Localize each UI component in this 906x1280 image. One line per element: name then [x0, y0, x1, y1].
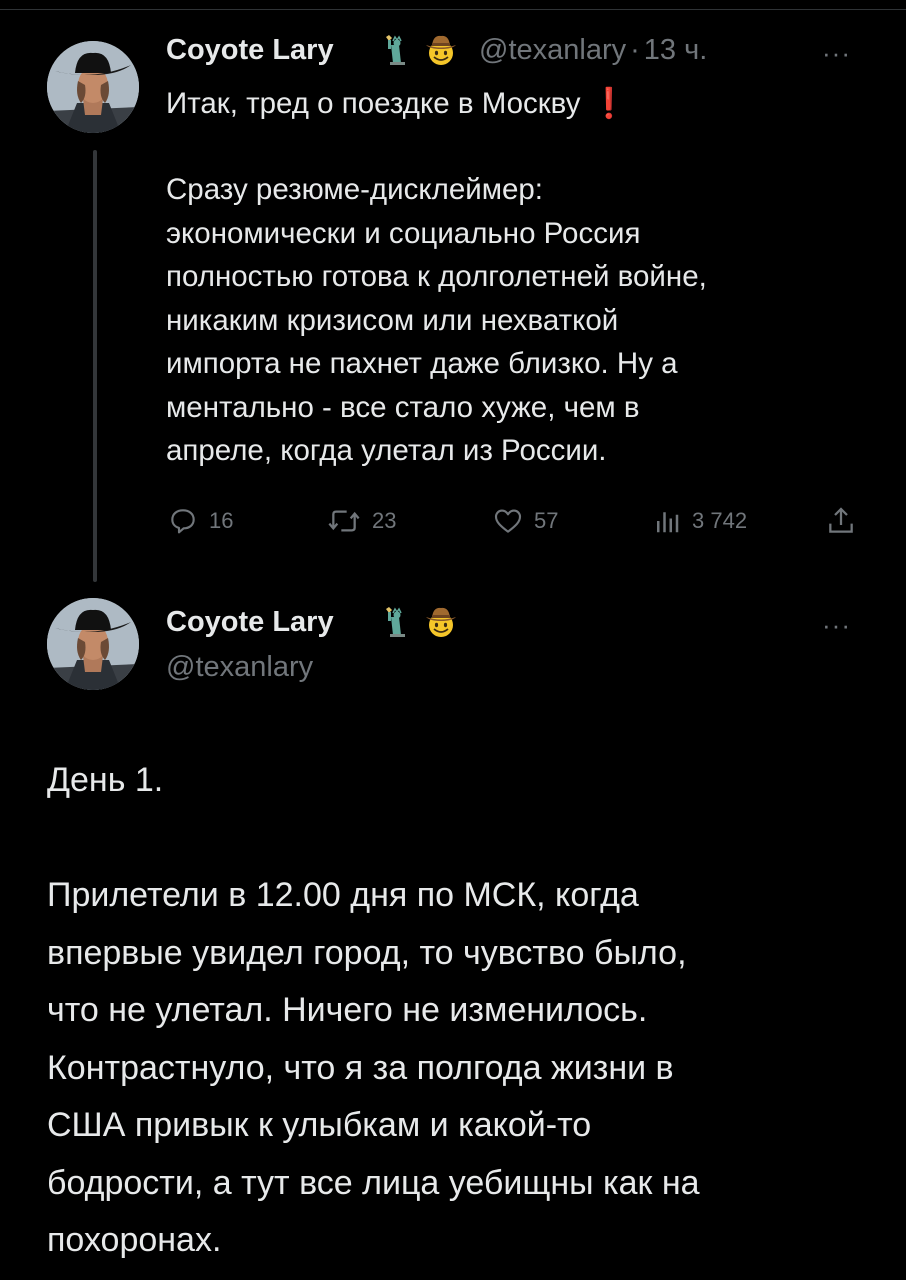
avatar[interactable]: [47, 598, 139, 690]
reply-icon: [171, 509, 195, 534]
exclamation-emoji: ❗: [590, 87, 628, 120]
reply-button[interactable]: 16: [167, 503, 233, 539]
display-name[interactable]: Coyote Lary: [166, 34, 334, 67]
retweet-count: 23: [372, 508, 397, 533]
heart-icon: [494, 509, 522, 533]
retweet-icon: [328, 510, 360, 532]
cowboy-emoji-icon: [426, 35, 456, 65]
avatar[interactable]: [47, 41, 139, 133]
like-count: 57: [534, 508, 559, 533]
more-options-button[interactable]: ···: [822, 40, 851, 66]
top-divider: [0, 0, 906, 10]
views-count: 3 742: [692, 508, 748, 533]
reply-count: 16: [209, 508, 234, 533]
tweet-body: Сразу резюме-дисклеймер: экономически и …: [166, 173, 707, 467]
cowboy-emoji-icon: [426, 607, 456, 637]
handle[interactable]: @texanlary: [479, 34, 626, 66]
avatar-image: [47, 41, 139, 133]
more-options-button[interactable]: ···: [822, 612, 851, 638]
separator-dot: ·: [630, 34, 640, 66]
thread-title: Итак, тред о поездке в Москву: [166, 87, 581, 120]
thread-title-line: Итак, тред о поездке в Москву ❗: [166, 82, 627, 126]
share-button[interactable]: [825, 503, 857, 539]
retweet-button[interactable]: 23: [326, 503, 396, 539]
thread-connector-line: [93, 150, 97, 582]
timestamp[interactable]: 13 ч.: [644, 34, 707, 66]
handle-and-time: @texanlary · 13 ч.: [479, 34, 707, 67]
views-chart-icon: [657, 512, 679, 533]
statue-of-liberty-icon: [386, 607, 405, 637]
handle[interactable]: @texanlary: [166, 651, 313, 684]
share-icon: [829, 507, 853, 533]
avatar-image: [47, 598, 139, 690]
statue-of-liberty-icon: [386, 35, 405, 65]
like-button[interactable]: 57: [492, 503, 558, 539]
tweet-text: День 1. Прилетели в 12.00 дня по МСК, ко…: [47, 761, 700, 1259]
views-button[interactable]: 3 742: [652, 503, 747, 539]
display-name[interactable]: Coyote Lary: [166, 606, 334, 639]
